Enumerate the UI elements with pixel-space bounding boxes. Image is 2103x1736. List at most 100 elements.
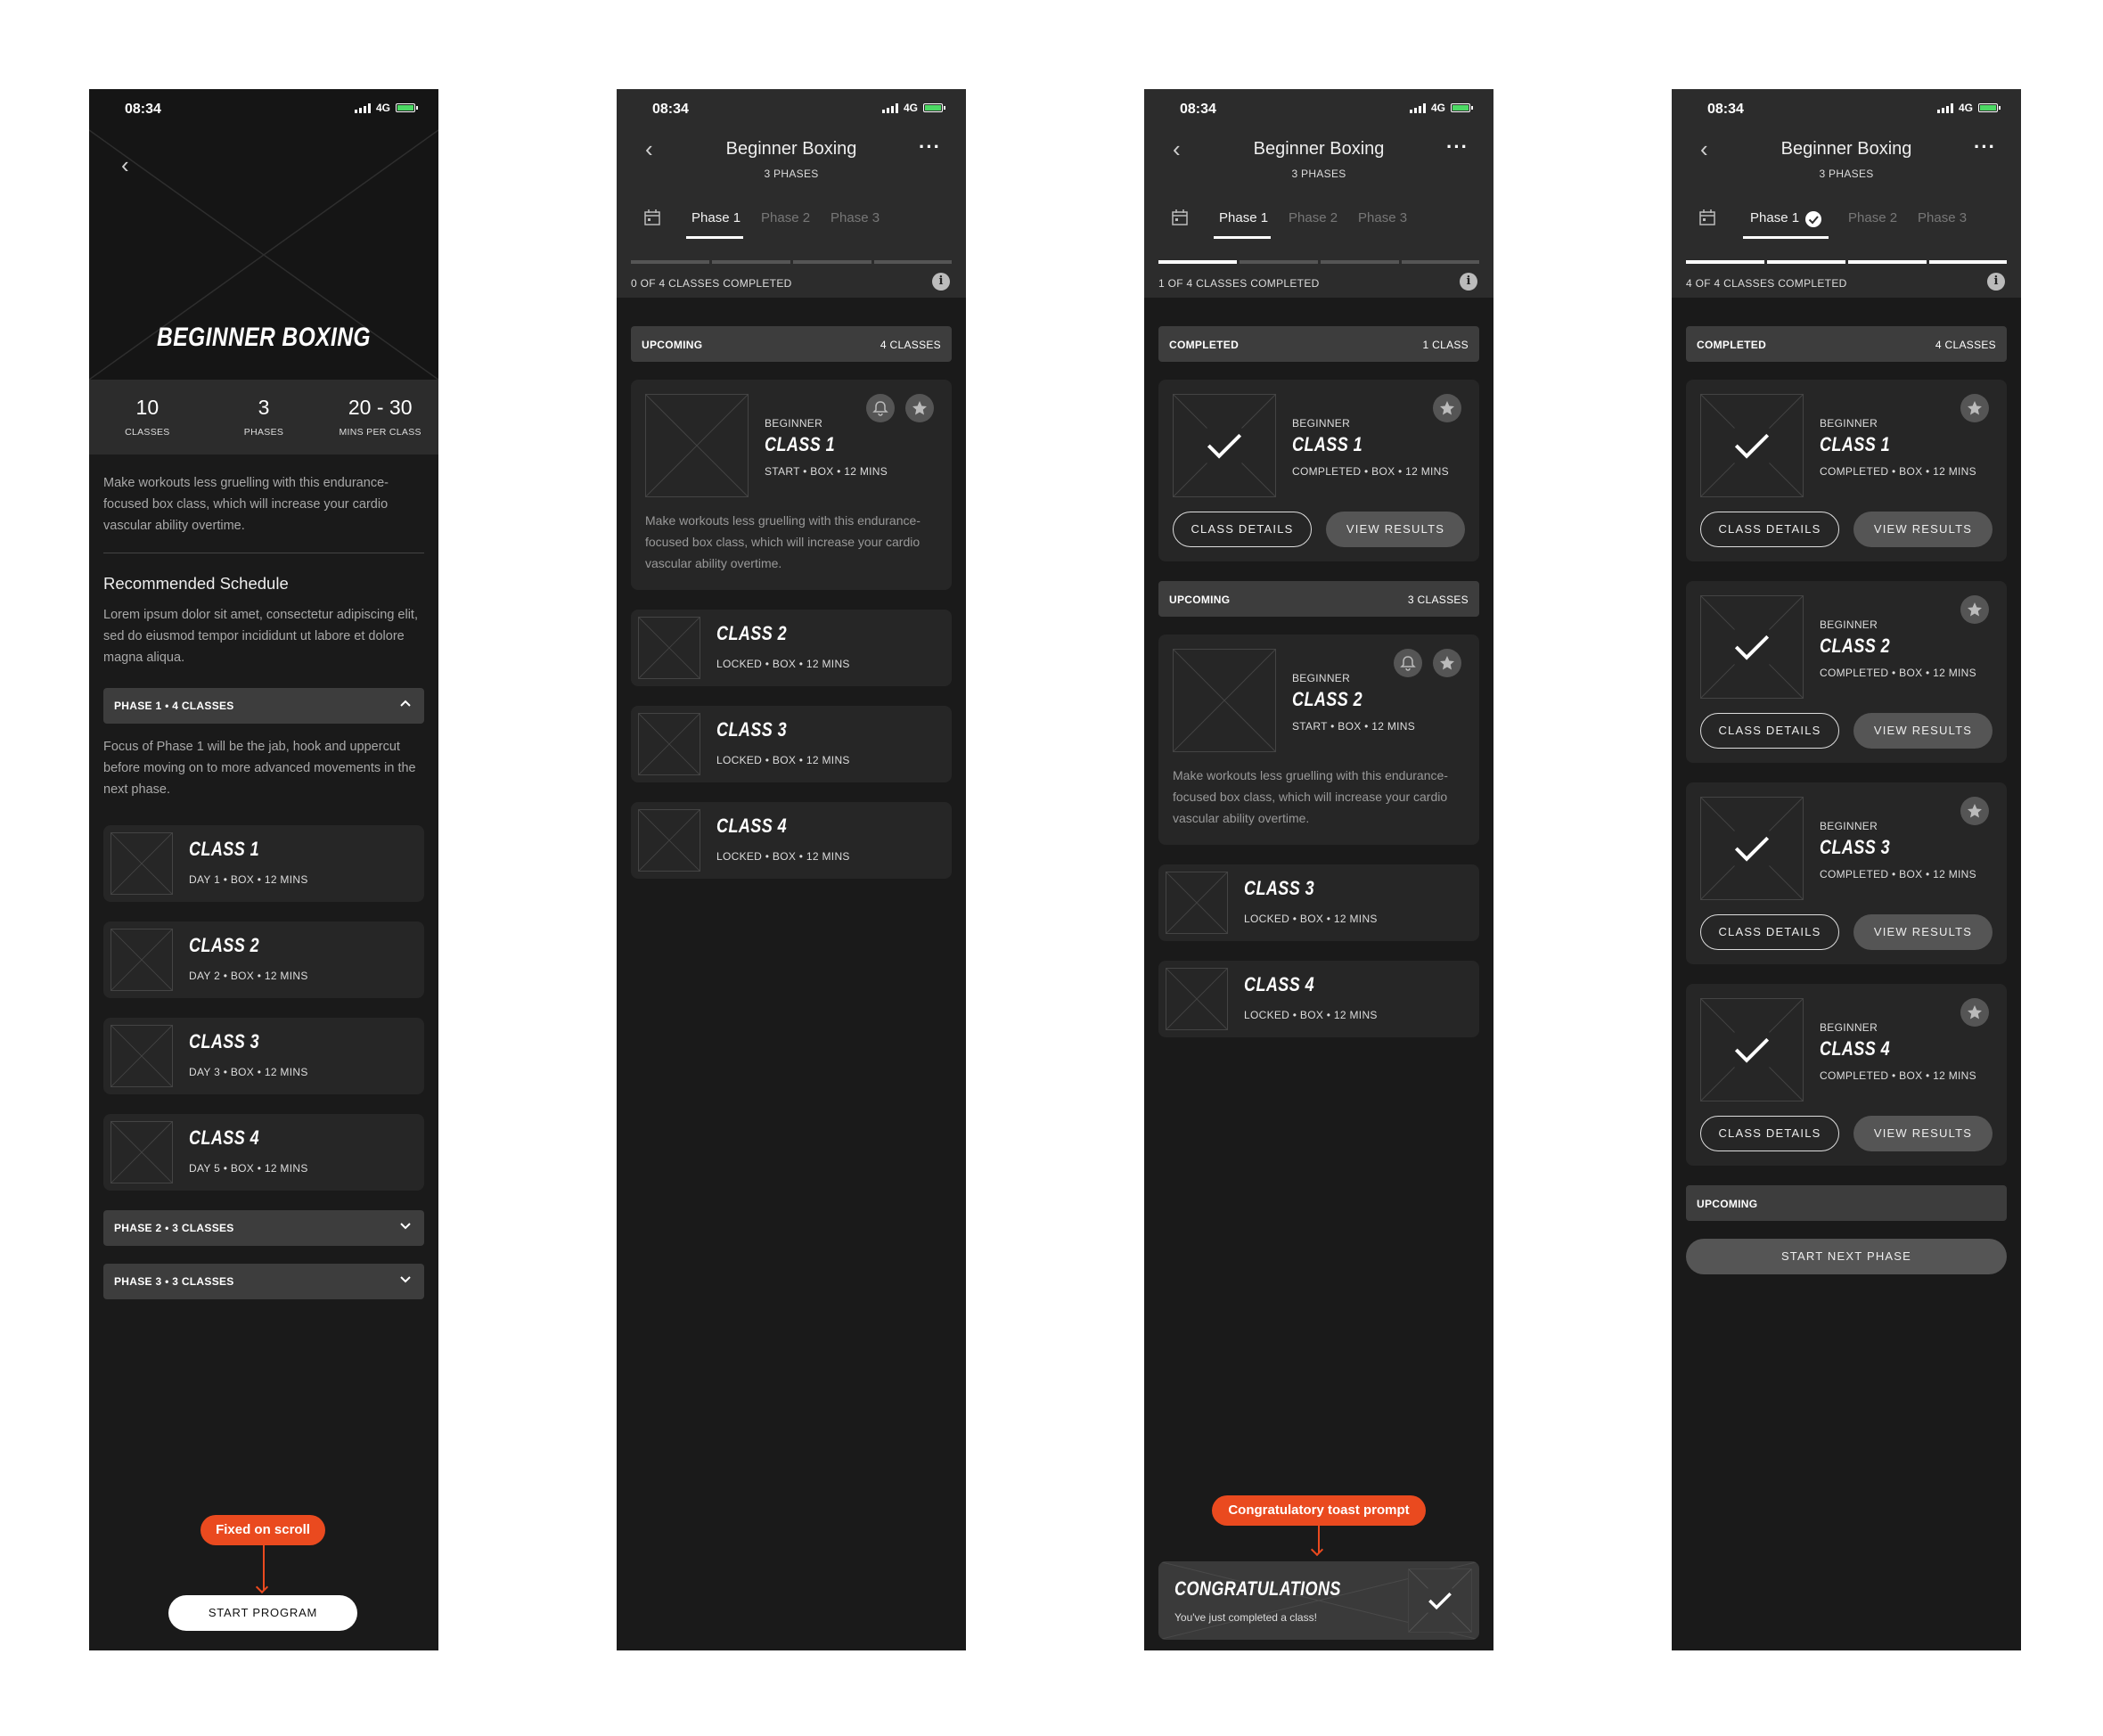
status-indicators: 4G (354, 102, 418, 114)
start-program-button[interactable]: START PROGRAM (168, 1595, 357, 1631)
star-icon[interactable] (1433, 394, 1461, 422)
class-meta: LOCKED • BOX • 12 MINS (716, 658, 850, 670)
class-card[interactable]: CLASS 2 DAY 2 • BOX • 12 MINS (103, 921, 424, 998)
class-thumbnail (110, 1025, 173, 1087)
phase-2-accordion[interactable]: PHASE 2 • 3 CLASSES (103, 1210, 424, 1246)
phase-3-accordion[interactable]: PHASE 3 • 3 CLASSES (103, 1264, 424, 1299)
tab-phase-3[interactable]: Phase 3 (1918, 210, 1967, 225)
bell-icon[interactable] (1394, 649, 1422, 677)
program-overview-screen: 08:34 4G ‹ BEGINNER BOXING 10 CLASSES 3 PH… (89, 89, 438, 1650)
completed-class-card[interactable]: BEGINNER CLASS 4 COMPLETED • BOX • 12 MI… (1686, 984, 2007, 1166)
locked-class-card[interactable]: CLASS 3 LOCKED • BOX • 12 MINS (1158, 864, 1479, 941)
class-meta: DAY 1 • BOX • 12 MINS (189, 873, 308, 886)
class-title: CLASS 3 (716, 718, 788, 741)
bell-icon[interactable] (866, 394, 895, 422)
section-title: COMPLETED (1697, 339, 1767, 351)
phase-1-description: Focus of Phase 1 will be the jab, hook a… (103, 740, 416, 797)
class-details-button[interactable]: CLASS DETAILS (1173, 512, 1312, 547)
stat-label: PHASES (243, 427, 284, 438)
stat-label: CLASSES (125, 427, 170, 438)
class-meta: LOCKED • BOX • 12 MINS (716, 754, 850, 766)
nav-subtitle: 3 PHASES (1291, 168, 1346, 180)
back-chevron-icon[interactable]: ‹ (121, 151, 129, 179)
star-icon[interactable] (905, 394, 934, 422)
class-meta: COMPLETED • BOX • 12 MINS (1292, 465, 1449, 478)
program-stats: 10 CLASSES 3 PHASES 20 - 30 MINS PER CLASS (89, 380, 438, 454)
tab-phase-2[interactable]: Phase 2 (1848, 210, 1897, 225)
star-icon[interactable] (1960, 998, 1989, 1027)
level-label: BEGINNER (1292, 417, 1351, 430)
class-thumbnail (1700, 797, 1804, 900)
view-results-button[interactable]: VIEW RESULTS (1853, 914, 1993, 950)
class-thumbnail (638, 809, 700, 872)
more-icon[interactable]: ··· (1446, 135, 1469, 159)
progress-segment (874, 260, 952, 264)
completed-class-card[interactable]: BEGINNER CLASS 1 COMPLETED • BOX • 12 MI… (1158, 380, 1479, 561)
class-meta: COMPLETED • BOX • 12 MINS (1820, 1069, 1976, 1082)
signal-icon (881, 102, 898, 113)
phase-tabs: Phase 1 Phase 2 Phase 3 (617, 205, 966, 240)
chevron-up-icon (399, 697, 412, 712)
tab-phase-3[interactable]: Phase 3 (831, 210, 880, 225)
calendar-icon[interactable] (1171, 209, 1189, 231)
class-meta: LOCKED • BOX • 12 MINS (716, 850, 850, 863)
info-icon[interactable]: i (1460, 273, 1477, 291)
info-icon[interactable]: i (932, 273, 950, 291)
phase-1-accordion[interactable]: PHASE 1 • 4 CLASSES (103, 688, 424, 724)
completed-class-card[interactable]: BEGINNER CLASS 3 COMPLETED • BOX • 12 MI… (1686, 782, 2007, 964)
tab-phase-1[interactable]: Phase 1 (1219, 210, 1268, 225)
status-bar: 08:34 4G (1144, 89, 1493, 130)
class-title: CLASS 2 (716, 622, 788, 644)
calendar-icon[interactable] (1698, 209, 1716, 231)
featured-class-card[interactable]: BEGINNER CLASS 2 START • BOX • 12 MINS M… (1158, 635, 1479, 845)
calendar-icon[interactable] (643, 209, 661, 231)
locked-class-card[interactable]: CLASS 4 LOCKED • BOX • 12 MINS (631, 802, 952, 879)
level-label: BEGINNER (1820, 417, 1878, 430)
class-card[interactable]: CLASS 4 DAY 5 • BOX • 12 MINS (103, 1114, 424, 1191)
progress-segment (1158, 260, 1237, 264)
start-next-phase-button[interactable]: START NEXT PHASE (1686, 1239, 2007, 1274)
tab-phase-2[interactable]: Phase 2 (1289, 210, 1338, 225)
battery-icon (1451, 103, 1473, 112)
info-icon[interactable]: i (1987, 273, 2005, 291)
tab-phase-1[interactable]: Phase 1 (691, 210, 741, 225)
class-details-button[interactable]: CLASS DETAILS (1700, 1116, 1839, 1151)
class-details-button[interactable]: CLASS DETAILS (1700, 713, 1839, 749)
view-results-button[interactable]: VIEW RESULTS (1853, 512, 1993, 547)
phase-progress: 1 OF 4 CLASSES COMPLETED i (1144, 239, 1493, 298)
locked-class-card[interactable]: CLASS 2 LOCKED • BOX • 12 MINS (631, 610, 952, 686)
battery-icon (923, 103, 945, 112)
annotation-arrow (1318, 1526, 1320, 1552)
class-details-button[interactable]: CLASS DETAILS (1700, 914, 1839, 950)
class-details-button[interactable]: CLASS DETAILS (1700, 512, 1839, 547)
level-label: BEGINNER (1820, 1021, 1878, 1034)
tab-phase-1[interactable]: Phase 1 (1750, 210, 1799, 225)
tab-phase-3[interactable]: Phase 3 (1358, 210, 1407, 225)
class-thumbnail (638, 713, 700, 775)
featured-class-card[interactable]: BEGINNER CLASS 1 START • BOX • 12 MINS M… (631, 380, 952, 590)
more-icon[interactable]: ··· (919, 135, 941, 159)
view-results-button[interactable]: VIEW RESULTS (1853, 1116, 1993, 1151)
tab-phase-2[interactable]: Phase 2 (761, 210, 810, 225)
class-meta: COMPLETED • BOX • 12 MINS (1820, 667, 1976, 679)
star-icon[interactable] (1960, 394, 1989, 422)
section-title: COMPLETED (1169, 339, 1240, 351)
upcoming-section-header: UPCOMING (1686, 1185, 2007, 1221)
completed-class-card[interactable]: BEGINNER CLASS 1 COMPLETED • BOX • 12 MI… (1686, 380, 2007, 561)
locked-class-card[interactable]: CLASS 3 LOCKED • BOX • 12 MINS (631, 706, 952, 782)
star-icon[interactable] (1433, 649, 1461, 677)
more-icon[interactable]: ··· (1974, 135, 1996, 159)
star-icon[interactable] (1960, 797, 1989, 825)
level-label: BEGINNER (1292, 672, 1351, 684)
locked-class-card[interactable]: CLASS 4 LOCKED • BOX • 12 MINS (1158, 961, 1479, 1037)
level-label: BEGINNER (1820, 618, 1878, 631)
completed-class-card[interactable]: BEGINNER CLASS 2 COMPLETED • BOX • 12 MI… (1686, 581, 2007, 763)
view-results-button[interactable]: VIEW RESULTS (1853, 713, 1993, 749)
class-card[interactable]: CLASS 1 DAY 1 • BOX • 12 MINS (103, 825, 424, 902)
class-card[interactable]: CLASS 3 DAY 3 • BOX • 12 MINS (103, 1018, 424, 1094)
star-icon[interactable] (1960, 595, 1989, 624)
view-results-button[interactable]: VIEW RESULTS (1326, 512, 1465, 547)
class-title: CLASS 4 (716, 815, 788, 837)
phase-complete-check-icon (1805, 211, 1821, 227)
chevron-down-icon (399, 1273, 412, 1288)
